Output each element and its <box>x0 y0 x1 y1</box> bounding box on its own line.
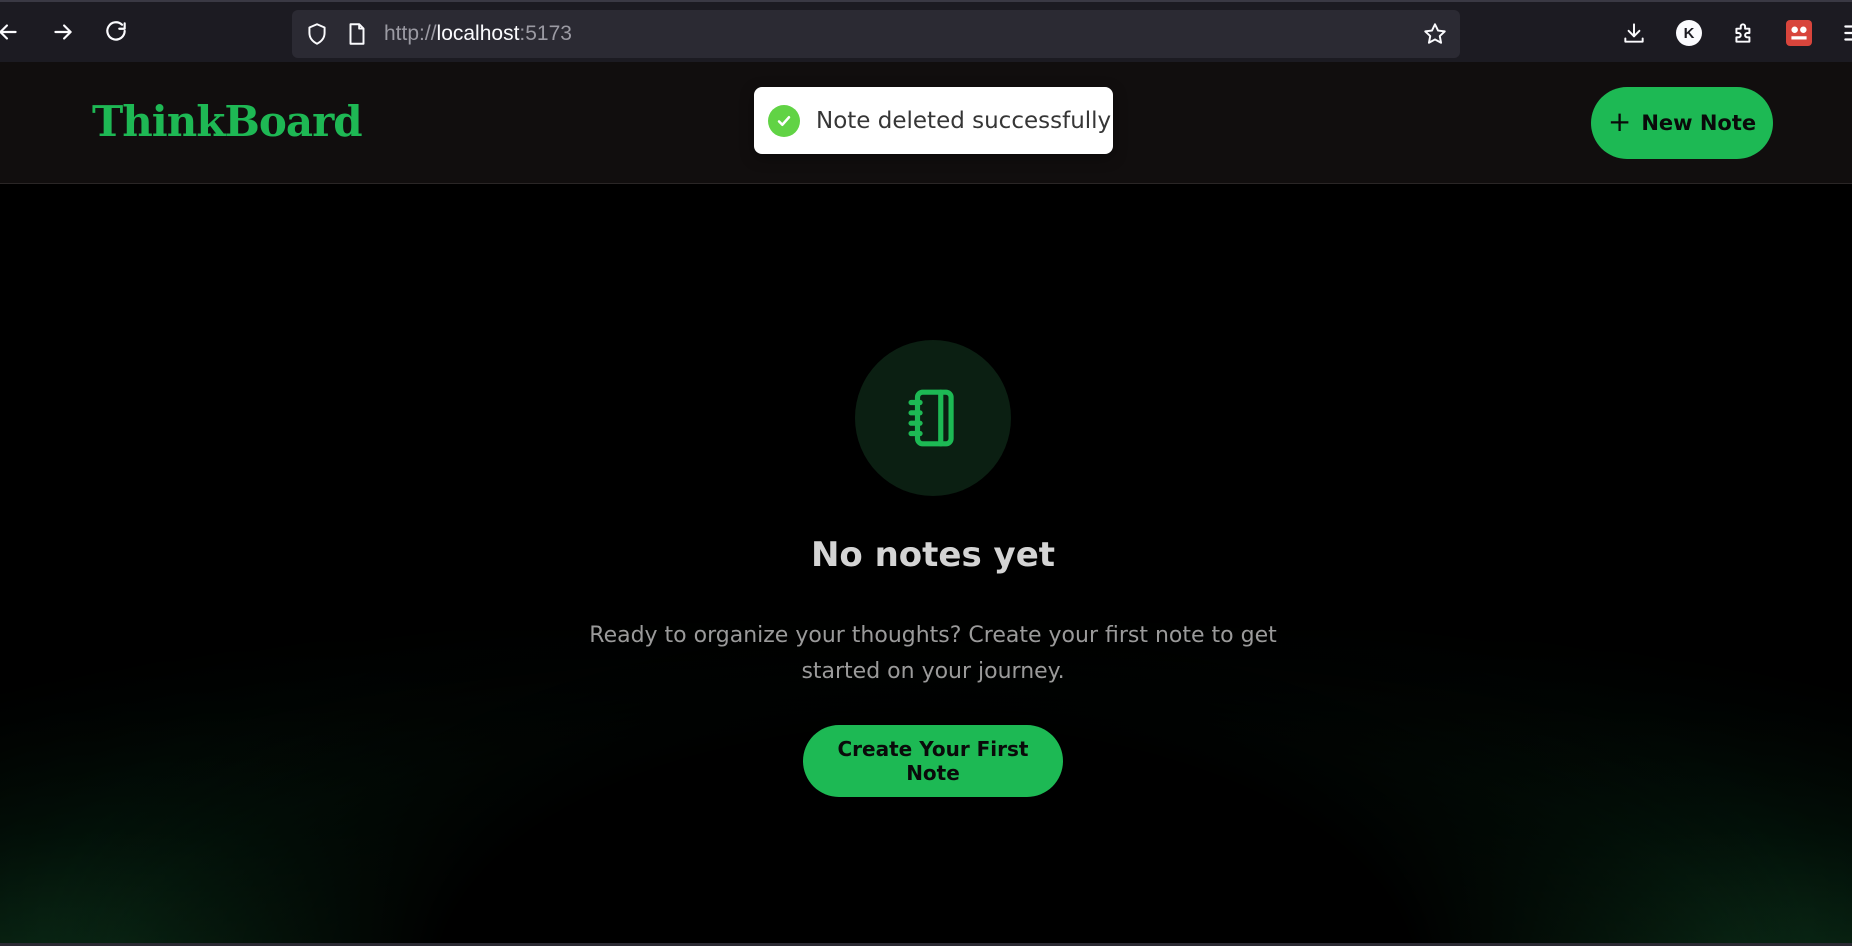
extension-icon <box>1786 20 1812 46</box>
url-text[interactable]: http://localhost:5173 <box>384 22 572 46</box>
empty-state-title: No notes yet <box>810 535 1056 575</box>
back-button[interactable] <box>0 14 26 50</box>
empty-state-description: Ready to organize your thoughts? Create … <box>589 623 1277 684</box>
extension-button[interactable] <box>1782 16 1816 50</box>
toast-message: Note deleted successfully <box>816 107 1112 134</box>
downloads-button[interactable] <box>1617 16 1651 50</box>
avatar: K <box>1676 20 1702 46</box>
new-note-label: New Note <box>1641 111 1757 135</box>
reload-icon <box>106 21 126 41</box>
main-content: No notes yet Ready to organize your thou… <box>0 185 1852 946</box>
url-prefix: http:// <box>384 22 437 45</box>
plus-icon: + <box>1607 104 1632 138</box>
notebook-icon-badge <box>855 340 1011 496</box>
puzzle-icon <box>1735 23 1751 43</box>
arrow-left-icon <box>0 24 17 40</box>
new-note-button[interactable]: + New Note <box>1591 87 1773 159</box>
profile-button[interactable]: K <box>1672 16 1706 50</box>
check-circle-icon <box>768 104 800 137</box>
star-icon[interactable] <box>1422 21 1448 47</box>
url-host: localhost <box>436 22 520 45</box>
reload-button[interactable] <box>98 14 134 50</box>
extensions-button[interactable] <box>1727 16 1761 50</box>
forward-button[interactable] <box>45 14 81 50</box>
url-port: :5173 <box>519 22 572 45</box>
empty-state: No notes yet Ready to organize your thou… <box>0 185 1852 946</box>
download-icon <box>1624 23 1644 43</box>
success-toast: Note deleted successfully <box>754 87 1113 154</box>
logo[interactable]: ThinkBoard <box>92 96 363 148</box>
page-icon[interactable] <box>344 21 370 47</box>
menu-button[interactable] <box>1837 16 1852 50</box>
browser-toolbar: http://localhost:5173 K <box>0 0 1852 62</box>
url-bar[interactable]: http://localhost:5173 <box>292 10 1460 58</box>
shield-icon[interactable] <box>304 21 330 47</box>
hamburger-menu-icon <box>1844 25 1852 41</box>
arrow-right-icon <box>54 24 72 40</box>
create-first-note-button[interactable]: Create Your First Note <box>803 725 1063 797</box>
notebook-icon <box>908 389 954 447</box>
